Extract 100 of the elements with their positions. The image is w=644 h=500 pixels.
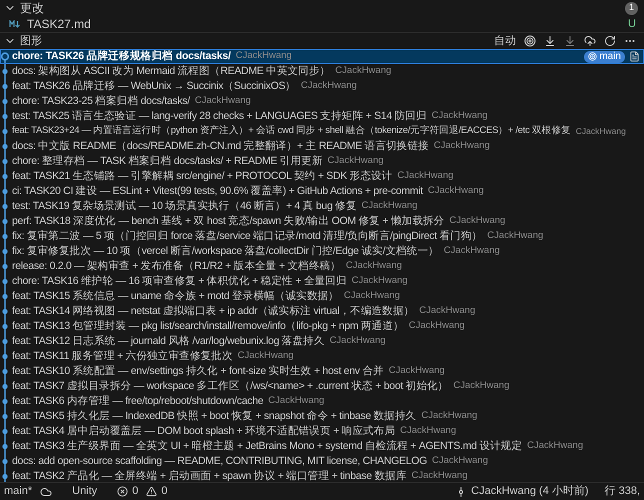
commit-author: CJackHwang [352, 274, 408, 288]
commit-row[interactable]: feat: TASK23+24 — 内置语言运行时（python 资产注入）+ 会话 cwd 同步 + shell 融合（tokenize/元字符回退/EACCES）+ /etc 双根修复 CJackHwang [0, 124, 644, 139]
commit-row[interactable]: docs: add open-source scaffolding — README, CONTRIBUTING, MIT license, CHANGELOG CJackHwang [0, 454, 644, 469]
commit-row[interactable]: feat: TASK3 生产级界面 — 全英文 UI + 暗橙主题 + JetBrains Mono + systemd 自检流程 + AGENTS.md 设计规定 CJackHwang [0, 439, 644, 454]
commit-message: feat: TASK11 服务管理 + 六份独立审查修复批次 [12, 348, 233, 364]
commit-message: feat: TASK13 包管理封装 — pkg list/search/install/remove/info（lifo-pkg + npm 两通道） [12, 318, 404, 334]
graph-node-icon [0, 184, 10, 199]
commit-row[interactable]: feat: TASK12 日志系统 — journald 风格 /var/log/webunix.log 落盘持久 CJackHwang [0, 334, 644, 349]
cloud-icon[interactable] [40, 486, 52, 498]
cloud-upload-icon[interactable] [584, 35, 596, 47]
commit-row[interactable]: feat: TASK21 生态铺路 — 引擎解耦 src/engine/ + PROTOCOL 契约 + SDK 形态设计 CJackHwang [0, 169, 644, 184]
commit-message: feat: TASK26 品牌迁移 — WebUnix → Succinix（SuccinixOS） [12, 78, 296, 94]
commit-author: CJackHwang [412, 469, 468, 482]
commit-author: CJackHwang [346, 259, 402, 274]
commit-row[interactable]: docs: 中文版 README（docs/README.zh-CN.md 完整翻译）+ 主 README 语言切换链接 CJackHwang [0, 139, 644, 154]
mode-label[interactable]: 自动 [494, 32, 516, 50]
document-icon[interactable] [629, 51, 640, 62]
commit-row[interactable]: chore: 整理存档 — TASK 档案归档 docs/tasks/ + README 引用更新 CJackHwang [0, 154, 644, 169]
error-icon[interactable] [117, 486, 128, 497]
commit-row[interactable]: fix: 复审修复批次 — 10 项（vercel 断言/workspace 落盘/collectDir 门控/Edge 诚实/文档统一） CJackHwang [0, 244, 644, 259]
commit-message: perf: TASK18 深度优化 — bench 基线 + 双 host 竞态/spawn 失败/输出 OOM 修复 + 懒加载拆分 [12, 214, 444, 229]
commit-author: CJackHwang [408, 319, 465, 334]
commit-row[interactable]: test: TASK19 复杂场景测试 — 10 场景真实执行（46 断言）+ 4 真 bug 修复 CJackHwang [0, 199, 644, 214]
file-status: U [628, 16, 636, 32]
commit-row[interactable]: feat: TASK4 居中启动覆盖层 — DOM boot splash + 环境不适配错误页 + 响应式布局 CJackHwang [0, 424, 644, 439]
commit-row[interactable]: feat: TASK11 服务管理 + 六份独立审查修复批次 CJackHwang [0, 349, 644, 364]
commit-row[interactable]: feat: TASK26 品牌迁移 — WebUnix → Succinix（SuccinixOS） CJackHwang [0, 79, 644, 94]
commit-message: chore: TASK23-25 档案归档 docs/tasks/ [12, 94, 190, 109]
project-name[interactable]: Unity [72, 483, 98, 500]
commit-row[interactable]: chore: TASK16 维护轮 — 16 项审查修复 + 体积优化 + 稳定性 + 全量回归 CJackHwang [0, 274, 644, 289]
graph-node-icon [0, 244, 10, 259]
file-item[interactable]: TASK27.md U [0, 16, 644, 32]
commit-author: CJackHwang [268, 394, 324, 408]
commit-author: CJackHwang [444, 244, 500, 258]
commit-row[interactable]: feat: TASK5 持久化层 — IndexedDB 快照 + boot 恢复 + snapshot 命令 + tinbase 数据持久 CJackHwang [0, 409, 644, 424]
commit-row[interactable]: feat: TASK2 产品化 — 全屏终端 + 启动画面 + spawn 协议 + 端口管理 + tinbase 数据库 CJackHwang [0, 469, 644, 482]
commit-row[interactable]: ci: TASK20 CI 建设 — ESLint + Vitest(99 tests, 90.6% 覆盖率) + GitHub Actions + pre-commit CJackHwang [0, 184, 644, 199]
commit-row[interactable]: chore: TASK26 品牌迁移规格归档 docs/tasks/ CJackHwang main [0, 49, 644, 64]
commit-message: feat: TASK23+24 — 内置语言运行时（python 资产注入）+ 会话 cwd 同步 + shell 融合（tokenize/元字符回退/EACCES）+ /etc 双根修复 [12, 124, 571, 138]
branch-name[interactable]: main* [4, 483, 32, 500]
commit-author: CJackHwang [449, 214, 506, 228]
cursor-position[interactable]: 行 338, [604, 483, 640, 500]
commit-row[interactable]: feat: TASK13 包管理封装 — pkg list/search/install/remove/info（lifo-pkg + npm 两通道） CJackHwang [0, 319, 644, 334]
commit-author: CJackHwang [453, 379, 510, 394]
branch-badge: main [584, 50, 625, 62]
graph-node-icon [0, 424, 10, 439]
commit-message: feat: TASK21 生态铺路 — 引擎解耦 src/engine/ + PROTOCOL 契约 + SDK 形态设计 [12, 168, 392, 184]
commit-message: feat: TASK10 系统配置 — env/settings 持久化 + font-size 实时生效 + host env 合并 [12, 364, 384, 379]
graph-node-icon [0, 259, 10, 274]
commit-message: test: TASK19 复杂场景测试 — 10 场景真实执行（46 断言）+ 4 真 bug 修复 [12, 198, 356, 214]
commit-row[interactable]: feat: TASK15 系统信息 — uname 命令族 + motd 登录横幅（诚实数据） CJackHwang [0, 289, 644, 304]
graph-node-icon [0, 109, 10, 124]
refresh-icon[interactable] [604, 35, 616, 47]
graph-node-icon [0, 319, 10, 334]
graph-node-icon [0, 394, 10, 409]
graph-node-icon [0, 154, 10, 169]
graph-node-icon [0, 469, 10, 482]
commit-row[interactable]: fix: 复审第二波 — 5 项（门控回归 force 落盘/service 端口记录/motd 清理/负向断言/pingDirect 看门狗） CJackHwang [0, 229, 644, 244]
commit-row[interactable]: feat: TASK10 系统配置 — env/settings 持久化 + font-size 实时生效 + host env 合并 CJackHwang [0, 364, 644, 379]
commit-row[interactable]: release: 0.2.0 — 架构审查 + 发布准备（R1/R2 + 版本全量 + 文档终稿） CJackHwang [0, 259, 644, 274]
commit-author: CJackHwang [328, 154, 384, 168]
commit-row[interactable]: feat: TASK6 内存管理 — free/top/reboot/shutdown/cache CJackHwang [0, 394, 644, 409]
graph-node-icon [0, 274, 10, 289]
commit-message: feat: TASK2 产品化 — 全屏终端 + 启动画面 + spawn 协议 + 端口管理 + tinbase 数据库 [12, 468, 407, 482]
commit-message: fix: 复审第二波 — 5 项（门控回归 force 落盘/service 端口记录/motd 清理/负向断言/pingDirect 看门狗） [12, 228, 482, 244]
commit-author: CJackHwang [335, 64, 392, 78]
commit-message: test: TASK25 语言生态验证 — lang-verify 28 checks + LANGUAGES 支持矩阵 + S14 防回归 [12, 108, 427, 124]
file-name: TASK27.md [27, 16, 91, 33]
commit-row[interactable]: chore: TASK23-25 档案归档 docs/tasks/ CJackHwang [0, 94, 644, 109]
commit-author: CJackHwang [330, 334, 386, 348]
commit-message: ci: TASK20 CI 建设 — ESLint + Vitest(99 tests, 90.6% 覆盖率) + GitHub Actions + pre-commit [12, 184, 423, 199]
graph-node-icon [0, 349, 10, 364]
section-header[interactable]: 更改 1 [0, 0, 644, 16]
graph-node-icon [0, 79, 10, 94]
commit-author: CJackHwang [428, 184, 484, 198]
commit-message: chore: TASK16 维护轮 — 16 项审查修复 + 体积优化 + 稳定性 + 全量回归 [12, 274, 347, 289]
commit-author: CJackHwang [400, 424, 456, 438]
download-icon[interactable] [544, 35, 556, 47]
markdown-file-icon [9, 20, 21, 28]
commit-message: chore: TASK26 品牌迁移规格归档 docs/tasks/ [12, 49, 231, 64]
last-commit-info[interactable]: CJackHwang (4 小时前) [471, 483, 589, 500]
commit-author: CJackHwang [397, 169, 454, 184]
commit-message: feat: TASK14 网络视图 — netstat 虚拟端口表 + ip addr（诚实标注 virtual，不编造数据） [12, 304, 414, 319]
commit-row[interactable]: feat: TASK14 网络视图 — netstat 虚拟端口表 + ip addr（诚实标注 virtual，不编造数据） CJackHwang [0, 304, 644, 319]
commit-row[interactable]: docs: 架构图从 ASCII 改为 Mermaid 流程图（README 中英文同步） CJackHwang [0, 64, 644, 79]
commit-author: CJackHwang [344, 289, 400, 304]
commit-author: CJackHwang [238, 349, 294, 364]
commit-row[interactable]: perf: TASK18 深度优化 — bench 基线 + 双 host 竞态/spawn 失败/输出 OOM 修复 + 懒加载拆分 CJackHwang [0, 214, 644, 229]
commit-author: CJackHwang [194, 94, 251, 108]
commit-message: feat: TASK15 系统信息 — uname 命令族 + motd 登录横幅（诚实数据） [12, 288, 339, 304]
commit-message: feat: TASK12 日志系统 — journald 风格 /var/log/webunix.log 落盘持久 [12, 334, 325, 349]
warning-icon[interactable] [146, 486, 158, 497]
commit-row[interactable]: feat: TASK7 虚拟目录拆分 — workspace 多工作区（/ws/<name> + .current 状态 + boot 初始化） CJackHwang [0, 379, 644, 394]
graph-node-icon [0, 139, 10, 154]
target-icon[interactable] [524, 35, 536, 47]
commit-author: CJackHwang [388, 364, 445, 378]
commit-author: CJackHwang [419, 304, 476, 318]
graph-node-icon [0, 214, 10, 229]
commit-message: chore: 整理存档 — TASK 档案归档 docs/tasks/ + README 引用更新 [12, 154, 323, 169]
commit-row[interactable]: test: TASK25 语言生态验证 — lang-verify 28 checks + LANGUAGES 支持矩阵 + S14 防回归 CJackHwang [0, 109, 644, 124]
